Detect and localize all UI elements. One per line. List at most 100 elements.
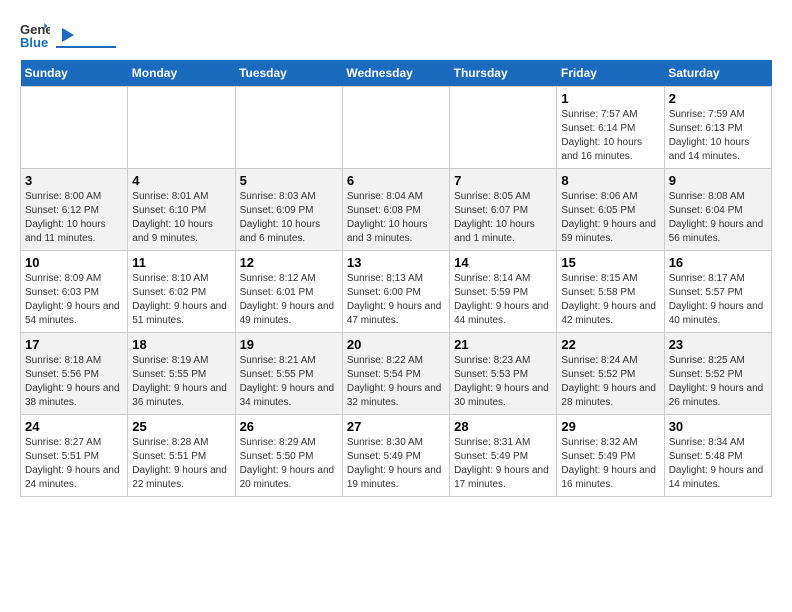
day-number: 26 xyxy=(240,419,338,434)
calendar-cell: 18Sunrise: 8:19 AM Sunset: 5:55 PM Dayli… xyxy=(128,333,235,415)
day-content: Sunrise: 8:22 AM Sunset: 5:54 PM Dayligh… xyxy=(347,354,445,410)
calendar-cell: 4 Sunrise: 8:01 AM Sunset: 6:10 PM Daylig… xyxy=(128,169,235,251)
calendar-cell: 3 Sunrise: 8:00 AM Sunset: 6:12 PM Daylig… xyxy=(21,169,128,251)
day-number: 30 xyxy=(669,419,767,434)
calendar-cell: 11 Sunrise: 8:10 AM Sunset: 6:02 PM Dayli… xyxy=(128,251,235,333)
weekday-header: Sunday xyxy=(21,60,128,87)
day-content: Sunrise: 8:00 AM Sunset: 6:12 PM Dayligh… xyxy=(25,190,123,246)
day-number: 22 xyxy=(561,337,659,352)
day-content: Sunrise: 8:17 AM Sunset: 5:57 PM Dayligh… xyxy=(669,272,767,328)
calendar-cell: 6 Sunrise: 8:04 AM Sunset: 6:08 PM Daylig… xyxy=(342,169,449,251)
svg-text:Blue: Blue xyxy=(20,35,48,50)
day-content: Sunrise: 8:05 AM Sunset: 6:07 PM Dayligh… xyxy=(454,190,552,246)
day-number: 7 xyxy=(454,173,552,188)
day-number: 13 xyxy=(347,255,445,270)
day-content: Sunrise: 8:32 AM Sunset: 5:49 PM Dayligh… xyxy=(561,436,659,492)
day-number: 1 xyxy=(561,91,659,106)
calendar-cell xyxy=(450,87,557,169)
calendar-cell: 19 Sunrise: 8:21 AM Sunset: 5:55 PM Dayli… xyxy=(235,333,342,415)
day-number: 3 xyxy=(25,173,123,188)
calendar-cell: 21Sunrise: 8:23 AM Sunset: 5:53 PM Dayli… xyxy=(450,333,557,415)
calendar-cell: 7 Sunrise: 8:05 AM Sunset: 6:07 PM Daylig… xyxy=(450,169,557,251)
calendar-week-row: 24 Sunrise: 8:27 AM Sunset: 5:51 PM Dayli… xyxy=(21,415,772,497)
day-content: Sunrise: 8:29 AM Sunset: 5:50 PM Dayligh… xyxy=(240,436,338,492)
day-number: 16 xyxy=(669,255,767,270)
calendar-header-row: SundayMondayTuesdayWednesdayThursdayFrid… xyxy=(21,60,772,87)
day-content: Sunrise: 8:15 AM Sunset: 5:58 PM Dayligh… xyxy=(561,272,659,328)
calendar-cell: 26 Sunrise: 8:29 AM Sunset: 5:50 PM Dayli… xyxy=(235,415,342,497)
day-number: 14 xyxy=(454,255,552,270)
day-number: 4 xyxy=(132,173,230,188)
day-content: Sunrise: 8:03 AM Sunset: 6:09 PM Dayligh… xyxy=(240,190,338,246)
day-content: Sunrise: 8:04 AM Sunset: 6:08 PM Dayligh… xyxy=(347,190,445,246)
calendar-cell: 28 Sunrise: 8:31 AM Sunset: 5:49 PM Dayli… xyxy=(450,415,557,497)
calendar-cell: 23 Sunrise: 8:25 AM Sunset: 5:52 PM Dayli… xyxy=(664,333,771,415)
calendar-cell: 16 Sunrise: 8:17 AM Sunset: 5:57 PM Dayli… xyxy=(664,251,771,333)
weekday-header: Monday xyxy=(128,60,235,87)
day-number: 6 xyxy=(347,173,445,188)
day-content: Sunrise: 8:14 AM Sunset: 5:59 PM Dayligh… xyxy=(454,272,552,328)
weekday-header: Thursday xyxy=(450,60,557,87)
day-number: 29 xyxy=(561,419,659,434)
day-content: Sunrise: 8:27 AM Sunset: 5:51 PM Dayligh… xyxy=(25,436,123,492)
calendar-cell: 13Sunrise: 8:13 AM Sunset: 6:00 PM Dayli… xyxy=(342,251,449,333)
calendar-cell: 14 Sunrise: 8:14 AM Sunset: 5:59 PM Dayli… xyxy=(450,251,557,333)
day-number: 2 xyxy=(669,91,767,106)
day-content: Sunrise: 8:25 AM Sunset: 5:52 PM Dayligh… xyxy=(669,354,767,410)
calendar-cell: 10 Sunrise: 8:09 AM Sunset: 6:03 PM Dayli… xyxy=(21,251,128,333)
day-content: Sunrise: 8:09 AM Sunset: 6:03 PM Dayligh… xyxy=(25,272,123,328)
day-content: Sunrise: 8:30 AM Sunset: 5:49 PM Dayligh… xyxy=(347,436,445,492)
page-header: General Blue xyxy=(20,20,772,50)
calendar-table: SundayMondayTuesdayWednesdayThursdayFrid… xyxy=(20,60,772,497)
day-content: Sunrise: 8:01 AM Sunset: 6:10 PM Dayligh… xyxy=(132,190,230,246)
day-content: Sunrise: 8:21 AM Sunset: 5:55 PM Dayligh… xyxy=(240,354,338,410)
calendar-cell: 15Sunrise: 8:15 AM Sunset: 5:58 PM Dayli… xyxy=(557,251,664,333)
day-number: 19 xyxy=(240,337,338,352)
day-content: Sunrise: 8:12 AM Sunset: 6:01 PM Dayligh… xyxy=(240,272,338,328)
day-number: 20 xyxy=(347,337,445,352)
calendar-cell xyxy=(235,87,342,169)
day-content: Sunrise: 7:59 AM Sunset: 6:13 PM Dayligh… xyxy=(669,108,767,164)
calendar-cell: 2 Sunrise: 7:59 AM Sunset: 6:13 PM Daylig… xyxy=(664,87,771,169)
day-number: 23 xyxy=(669,337,767,352)
day-content: Sunrise: 8:28 AM Sunset: 5:51 PM Dayligh… xyxy=(132,436,230,492)
calendar-week-row: 17 Sunrise: 8:18 AM Sunset: 5:56 PM Dayli… xyxy=(21,333,772,415)
calendar-cell: 12 Sunrise: 8:12 AM Sunset: 6:01 PM Dayli… xyxy=(235,251,342,333)
day-content: Sunrise: 8:18 AM Sunset: 5:56 PM Dayligh… xyxy=(25,354,123,410)
day-number: 17 xyxy=(25,337,123,352)
day-content: Sunrise: 8:08 AM Sunset: 6:04 PM Dayligh… xyxy=(669,190,767,246)
weekday-header: Tuesday xyxy=(235,60,342,87)
day-number: 8 xyxy=(561,173,659,188)
calendar-cell: 8 Sunrise: 8:06 AM Sunset: 6:05 PM Daylig… xyxy=(557,169,664,251)
day-number: 28 xyxy=(454,419,552,434)
logo-underline xyxy=(56,46,116,48)
day-content: Sunrise: 8:31 AM Sunset: 5:49 PM Dayligh… xyxy=(454,436,552,492)
calendar-cell: 22Sunrise: 8:24 AM Sunset: 5:52 PM Dayli… xyxy=(557,333,664,415)
day-number: 27 xyxy=(347,419,445,434)
calendar-cell: 1 Sunrise: 7:57 AM Sunset: 6:14 PM Daylig… xyxy=(557,87,664,169)
calendar-cell: 9 Sunrise: 8:08 AM Sunset: 6:04 PM Daylig… xyxy=(664,169,771,251)
day-number: 9 xyxy=(669,173,767,188)
day-content: Sunrise: 8:34 AM Sunset: 5:48 PM Dayligh… xyxy=(669,436,767,492)
weekday-header: Wednesday xyxy=(342,60,449,87)
day-number: 10 xyxy=(25,255,123,270)
logo: General Blue xyxy=(20,20,116,50)
day-content: Sunrise: 7:57 AM Sunset: 6:14 PM Dayligh… xyxy=(561,108,659,164)
day-content: Sunrise: 8:06 AM Sunset: 6:05 PM Dayligh… xyxy=(561,190,659,246)
calendar-cell xyxy=(21,87,128,169)
calendar-cell: 25Sunrise: 8:28 AM Sunset: 5:51 PM Dayli… xyxy=(128,415,235,497)
calendar-cell: 20 Sunrise: 8:22 AM Sunset: 5:54 PM Dayli… xyxy=(342,333,449,415)
calendar-week-row: 3 Sunrise: 8:00 AM Sunset: 6:12 PM Daylig… xyxy=(21,169,772,251)
day-number: 18 xyxy=(132,337,230,352)
day-number: 24 xyxy=(25,419,123,434)
calendar-cell: 27 Sunrise: 8:30 AM Sunset: 5:49 PM Dayli… xyxy=(342,415,449,497)
day-number: 12 xyxy=(240,255,338,270)
calendar-cell xyxy=(342,87,449,169)
calendar-week-row: 1 Sunrise: 7:57 AM Sunset: 6:14 PM Daylig… xyxy=(21,87,772,169)
calendar-cell: 17 Sunrise: 8:18 AM Sunset: 5:56 PM Dayli… xyxy=(21,333,128,415)
day-number: 11 xyxy=(132,255,230,270)
calendar-cell: 5Sunrise: 8:03 AM Sunset: 6:09 PM Daylig… xyxy=(235,169,342,251)
logo-arrow-icon xyxy=(58,26,76,44)
day-content: Sunrise: 8:10 AM Sunset: 6:02 PM Dayligh… xyxy=(132,272,230,328)
weekday-header: Saturday xyxy=(664,60,771,87)
